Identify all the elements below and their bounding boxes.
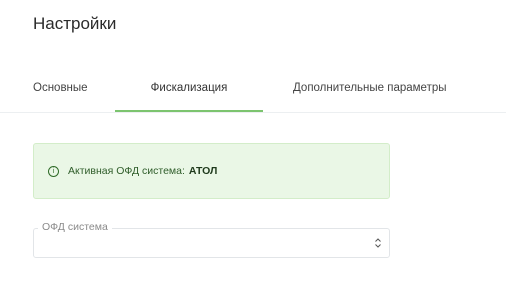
alert-value: АТОЛ	[188, 165, 218, 177]
page-title: Настройки	[33, 14, 117, 33]
tab-basic[interactable]: Основные	[33, 70, 88, 112]
tab-fiscalization[interactable]: Фискализация	[115, 70, 263, 112]
tabs-bar: Основные Фискализация Дополнительные пар…	[0, 70, 506, 113]
ofd-system-label: ОФД система	[38, 221, 112, 233]
alert-label: Активная ОФД система:	[68, 165, 185, 177]
tab-additional-params[interactable]: Дополнительные параметры	[293, 70, 447, 112]
ofd-system-select[interactable]: ОФД система	[33, 221, 390, 258]
active-ofd-alert: i Активная ОФД система: АТОЛ	[33, 143, 390, 199]
info-circle-icon: i	[48, 165, 59, 177]
chevron-up-down-icon	[375, 238, 381, 248]
